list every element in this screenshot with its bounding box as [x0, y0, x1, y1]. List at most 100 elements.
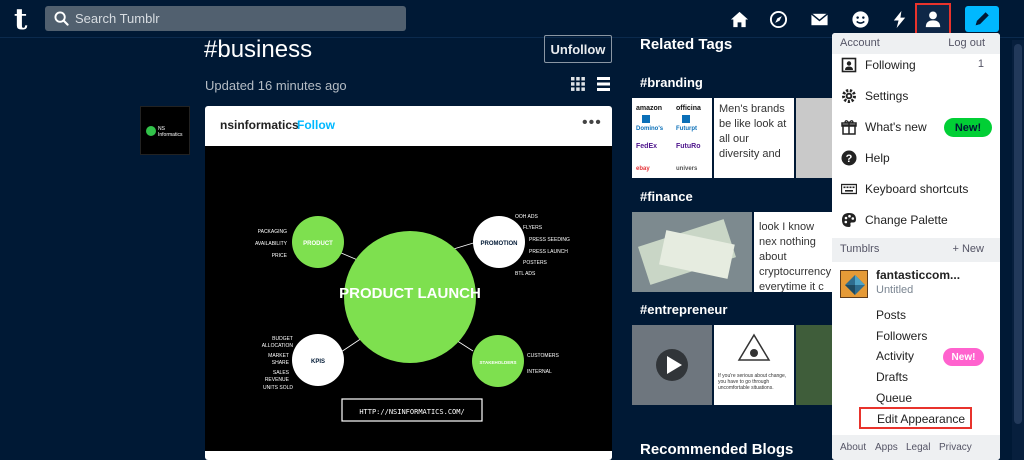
tumblrs-label: Tumblrs — [840, 243, 880, 255]
activity-new-badge: New! — [943, 348, 984, 366]
more-options-icon[interactable]: ••• — [582, 114, 602, 132]
search-input[interactable] — [75, 9, 395, 28]
activity-icon[interactable] — [888, 8, 910, 30]
tile-text-branding: Men's brands be like look at all our div… — [714, 98, 794, 178]
related-tags-title: Related Tags — [640, 36, 733, 53]
logo-futuro: FutuRo — [676, 143, 701, 150]
search-icon — [54, 11, 69, 26]
kpi-item-3: MARKET — [268, 353, 289, 359]
promotion-item-3: PRESS SEEDING — [529, 237, 570, 243]
menu-item-help[interactable]: ? Help — [832, 144, 1000, 172]
menu-label: Change Palette — [865, 213, 948, 227]
logout-link[interactable]: Log out — [948, 37, 985, 49]
menu-item-change-palette[interactable]: Change Palette — [832, 206, 1000, 234]
blog-menu-queue[interactable]: Queue — [876, 391, 912, 405]
post-blog-avatar[interactable]: NS Informatics — [140, 106, 190, 155]
menu-item-following[interactable]: Following 1 — [832, 51, 1000, 79]
tile-text: Men's brands be like look at all our div… — [719, 103, 787, 160]
tag-tiles-branding[interactable]: amazon officina Domino's Futurpt FedEx F… — [632, 98, 832, 178]
kpi-item-5: SALES — [273, 370, 290, 376]
tag-link-finance[interactable]: #finance — [640, 189, 693, 204]
blog-menu-drafts[interactable]: Drafts — [876, 370, 908, 384]
tag-link-entrepreneur[interactable]: #entrepreneur — [640, 302, 727, 317]
logo-univers: univers — [676, 166, 698, 172]
scrollbar-thumb[interactable] — [1014, 44, 1022, 424]
avatar-text-informatics: Informatics — [158, 132, 183, 138]
dropdown-footer: About Apps Legal Privacy — [832, 435, 1000, 460]
recommended-blogs-title: Recommended Blogs — [640, 441, 794, 458]
blog-menu-edit-appearance[interactable]: Edit Appearance — [859, 407, 972, 429]
account-label: Account — [840, 37, 880, 49]
tile-quote-text: If you're serious about change, you have… — [718, 373, 787, 391]
menu-item-keyboard-shortcuts[interactable]: Keyboard shortcuts — [832, 175, 1000, 203]
tile-photo — [796, 325, 832, 405]
new-blog-link[interactable]: + New — [953, 243, 985, 255]
footer-apps-link[interactable]: Apps — [875, 442, 898, 453]
chat-icon[interactable] — [849, 8, 871, 30]
blog-avatar[interactable] — [840, 270, 868, 298]
kpi-item-6: REVENUE — [265, 377, 290, 383]
product-item-3: PRICE — [272, 253, 288, 259]
tile-video[interactable] — [632, 325, 712, 405]
inbox-icon[interactable] — [808, 8, 830, 30]
tile-text: look I know nex nothing about cryptocurr… — [759, 221, 832, 292]
blog-name[interactable]: fantasticcom... — [876, 268, 960, 282]
post-author[interactable]: nsinformatics — [220, 118, 299, 132]
tag-link-branding[interactable]: #branding — [640, 75, 703, 90]
tile-text-finance: look I know nex nothing about cryptocurr… — [754, 212, 832, 292]
menu-item-settings[interactable]: Settings — [832, 82, 1000, 110]
post-image[interactable]: PRODUCT LAUNCH PRODUCT PACKAGING AVAILAB… — [205, 146, 612, 451]
updated-timestamp: Updated 16 minutes ago — [205, 78, 347, 93]
logo-amazon: amazon — [636, 105, 662, 112]
following-icon — [841, 57, 857, 73]
product-item-2: AVAILABILITY — [255, 241, 288, 247]
diagram-url: HTTP://NSINFORMATICS.COM/ — [359, 408, 464, 416]
footer-about-link[interactable]: About — [840, 442, 866, 453]
logo-officina: officina — [676, 105, 701, 112]
logo-dominos: Domino's — [636, 126, 664, 132]
stakeholder-item-1: CUSTOMERS — [527, 353, 560, 359]
account-button[interactable] — [915, 3, 951, 35]
list-view-icon[interactable] — [597, 77, 610, 91]
compose-button[interactable] — [965, 6, 999, 32]
account-dropdown: Account Log out Following 1 Settings Wha… — [832, 33, 1000, 460]
tag-tiles-finance[interactable]: look I know nex nothing about cryptocurr… — [632, 212, 832, 292]
settings-icon — [842, 89, 856, 103]
kpi-item-2: ALLOCATION — [262, 343, 294, 349]
explore-icon[interactable] — [767, 8, 789, 30]
search-box[interactable] — [45, 6, 406, 31]
promotion-item-2: FLYERS — [523, 225, 543, 231]
tile-money-photo — [632, 212, 752, 292]
tile-quote: If you're serious about change, you have… — [714, 325, 794, 405]
gift-icon — [841, 120, 857, 135]
home-icon[interactable] — [728, 8, 750, 30]
tag-tiles-entrepreneur[interactable]: If you're serious about change, you have… — [632, 325, 832, 405]
blog-subtitle: Untitled — [876, 284, 914, 296]
blog-menu-posts[interactable]: Posts — [876, 308, 906, 322]
logo-futurpt: Futurpt — [676, 126, 697, 132]
post-header: nsinformatics Follow ••• — [205, 106, 612, 146]
account-icon — [925, 11, 941, 28]
node-kpis: KPIS — [311, 359, 325, 365]
tile-photo — [796, 98, 832, 178]
new-badge: New! — [944, 118, 992, 137]
post-card: nsinformatics Follow ••• PRODUCT LAUNCH … — [205, 106, 612, 460]
keyboard-icon — [841, 183, 857, 195]
post-follow-link[interactable]: Follow — [297, 118, 335, 132]
footer-legal-link[interactable]: Legal — [906, 442, 930, 453]
following-count: 1 — [977, 58, 984, 70]
tile-logos: amazon officina Domino's Futurpt FedEx F… — [632, 98, 712, 178]
blog-menu-activity[interactable]: Activity — [876, 349, 914, 363]
unfollow-button[interactable]: Unfollow — [544, 35, 612, 63]
blog-menu-followers[interactable]: Followers — [876, 329, 927, 343]
logo-ebay: ebay — [636, 166, 650, 172]
menu-item-whats-new[interactable]: What's new New! — [832, 113, 1000, 141]
edit-appearance-label: Edit Appearance — [877, 412, 966, 426]
node-promotion: PROMOTION — [481, 241, 518, 247]
menu-label: Help — [865, 151, 890, 165]
tag-title: #business — [204, 36, 313, 63]
grid-view-icon[interactable] — [571, 77, 585, 91]
footer-privacy-link[interactable]: Privacy — [939, 442, 972, 453]
tumblr-logo[interactable]: t — [14, 4, 27, 34]
logo-fedex: FedEx — [636, 143, 657, 150]
